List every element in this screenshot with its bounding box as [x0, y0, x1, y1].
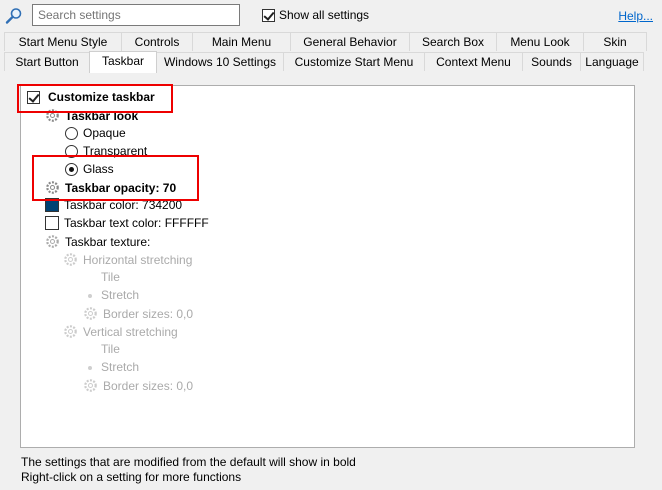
gear-icon [64, 253, 77, 266]
tab-menu-look[interactable]: Menu Look [496, 32, 584, 51]
search-input[interactable] [32, 4, 240, 26]
tab-context-menu[interactable]: Context Menu [424, 52, 523, 71]
tab-language[interactable]: Language [580, 52, 644, 71]
search-icon [5, 8, 22, 24]
tab-windows-10-settings[interactable]: Windows 10 Settings [156, 52, 284, 71]
v-stretch-radio[interactable] [83, 360, 96, 374]
vertical-stretching-label: Vertical stretching [83, 324, 178, 339]
opaque-radio[interactable] [65, 126, 78, 140]
show-all-settings-checkbox[interactable]: Show all settings [262, 8, 369, 22]
settings-tree: Customize taskbar Taskbar look Opaque Tr… [20, 85, 635, 448]
tab-start-button[interactable]: Start Button [4, 52, 90, 71]
taskbar-text-color-label: Taskbar text color: FFFFFF [64, 216, 209, 230]
h-border-sizes-label: Border sizes: 0,0 [103, 306, 194, 321]
horizontal-stretching-label: Horizontal stretching [83, 252, 193, 267]
h-stretch-option[interactable]: Stretch [83, 288, 139, 302]
h-stretch-label: Stretch [101, 288, 140, 302]
h-tile-radio[interactable] [83, 270, 96, 284]
gear-icon [84, 307, 97, 320]
footer-note-right-click: Right-click on a setting for more functi… [21, 470, 242, 484]
v-border-sizes-label: Border sizes: 0,0 [103, 378, 194, 393]
opaque-option[interactable]: Opaque [65, 126, 126, 140]
tab-general-behavior[interactable]: General Behavior [290, 32, 410, 51]
tab-search-box[interactable]: Search Box [409, 32, 497, 51]
tab-sounds[interactable]: Sounds [522, 52, 581, 71]
h-tile-label: Tile [101, 270, 120, 284]
tab-start-menu-style[interactable]: Start Menu Style [4, 32, 122, 51]
gear-icon [46, 235, 59, 248]
v-stretch-option[interactable]: Stretch [83, 360, 139, 374]
vertical-stretching-setting[interactable]: Vertical stretching [63, 324, 178, 339]
horizontal-stretching-setting[interactable]: Horizontal stretching [63, 252, 192, 267]
gear-icon [84, 379, 97, 392]
show-all-label: Show all settings [279, 8, 370, 22]
v-tile-option[interactable]: Tile [83, 342, 120, 356]
show-all-checkbox-box[interactable] [262, 8, 275, 22]
opaque-label: Opaque [83, 126, 126, 140]
tab-row-2: Start Button Taskbar Windows 10 Settings… [4, 51, 644, 74]
tab-taskbar[interactable]: Taskbar [89, 51, 157, 73]
tab-controls[interactable]: Controls [121, 32, 193, 51]
help-link[interactable]: Help... [618, 9, 653, 23]
tab-main-menu[interactable]: Main Menu [192, 32, 291, 51]
h-border-sizes-setting[interactable]: Border sizes: 0,0 [83, 306, 193, 321]
taskbar-text-color-swatch[interactable] [45, 216, 59, 230]
h-tile-option[interactable]: Tile [83, 270, 120, 284]
highlight-box-glass-opacity [32, 155, 199, 201]
v-tile-label: Tile [101, 342, 120, 356]
v-tile-radio[interactable] [83, 342, 96, 356]
taskbar-texture-setting[interactable]: Taskbar texture: [45, 234, 150, 249]
v-border-sizes-setting[interactable]: Border sizes: 0,0 [83, 378, 193, 393]
tab-skin[interactable]: Skin [583, 32, 647, 51]
v-stretch-label: Stretch [101, 360, 140, 374]
footer-note-bold: The settings that are modified from the … [21, 455, 356, 469]
gear-icon [64, 325, 77, 338]
tab-row-1: Start Menu Style Controls Main Menu Gene… [4, 32, 647, 51]
taskbar-text-color-setting[interactable]: Taskbar text color: FFFFFF [45, 216, 209, 230]
taskbar-texture-label: Taskbar texture: [65, 234, 151, 249]
h-stretch-radio[interactable] [83, 288, 96, 302]
tab-customize-start-menu[interactable]: Customize Start Menu [283, 52, 425, 71]
highlight-box-customize-taskbar [17, 84, 173, 113]
